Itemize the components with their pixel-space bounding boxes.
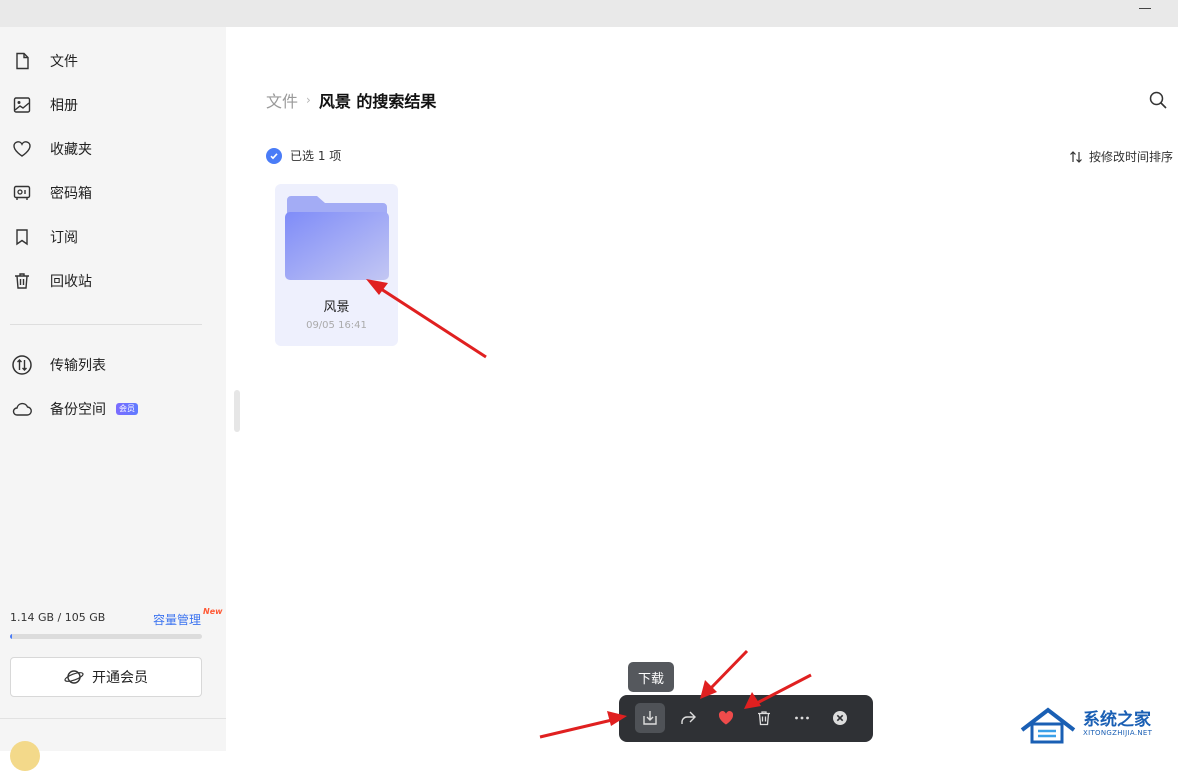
selection-count: 已选 1 项 bbox=[290, 149, 342, 163]
watermark-title: 系统之家 bbox=[1083, 710, 1151, 730]
download-icon bbox=[643, 711, 657, 725]
sidebar-item-safe-box[interactable]: 密码箱 bbox=[0, 175, 226, 211]
sidebar-item-recycle-bin[interactable]: 回收站 bbox=[0, 263, 226, 299]
sort-icon bbox=[1070, 150, 1082, 163]
sidebar-item-favorites[interactable]: 收藏夹 bbox=[0, 131, 226, 167]
watermark-logo bbox=[1020, 707, 1076, 744]
window-titlebar bbox=[0, 0, 1178, 27]
open-vip-button[interactable]: 开通会员 bbox=[10, 657, 202, 697]
new-tag: New bbox=[203, 607, 223, 616]
download-tooltip: 下载 bbox=[628, 662, 674, 692]
capacity-manage-link[interactable]: 容量管理 bbox=[153, 611, 201, 628]
file-item-folder[interactable]: 风景 09/05 16:41 bbox=[275, 184, 398, 346]
file-name: 风景 bbox=[323, 300, 350, 315]
select-all-checkbox[interactable] bbox=[266, 147, 282, 164]
sidebar-bottom-divider bbox=[0, 718, 226, 719]
download-button[interactable] bbox=[635, 703, 665, 733]
heart-icon bbox=[718, 711, 734, 725]
file-icon bbox=[10, 49, 34, 73]
folder-icon bbox=[285, 196, 389, 280]
file-date: 09/05 16:41 bbox=[306, 320, 367, 331]
site-watermark: 系统之家 XITONGZHIJIA.NET bbox=[1016, 702, 1172, 748]
watermark-subtitle: XITONGZHIJIA.NET bbox=[1083, 729, 1153, 737]
share-icon bbox=[681, 711, 696, 724]
bookmark-icon bbox=[10, 225, 34, 249]
arrow-to-download bbox=[539, 718, 613, 739]
sidebar-item-backup-space[interactable]: 备份空间 会员 bbox=[0, 391, 226, 427]
open-vip-label: 开通会员 bbox=[92, 670, 148, 686]
sidebar-item-label: 收藏夹 bbox=[50, 142, 92, 158]
breadcrumb-separator: › bbox=[306, 93, 311, 107]
breadcrumb: 文件 › 风景 的搜索结果 bbox=[266, 88, 436, 112]
photo-album-icon bbox=[10, 93, 34, 117]
selection-action-toolbar bbox=[619, 695, 873, 742]
transfer-icon bbox=[10, 353, 34, 377]
vip-badge: 会员 bbox=[116, 403, 138, 415]
sidebar-item-subscribe[interactable]: 订阅 bbox=[0, 219, 226, 255]
sidebar-item-label: 相册 bbox=[50, 98, 78, 114]
close-icon bbox=[833, 711, 847, 725]
sidebar-item-label: 传输列表 bbox=[50, 358, 106, 374]
minimize-button[interactable] bbox=[1139, 8, 1151, 9]
trash-icon bbox=[10, 269, 34, 293]
sort-button[interactable]: 按修改时间排序 bbox=[1069, 148, 1173, 165]
sidebar: 文件 相册 收藏夹 密码箱 订阅 回收站 传输列表 备份空间 会员 1.14 G… bbox=[0, 27, 226, 771]
storage-usage-text: 1.14 GB / 105 GB bbox=[10, 611, 106, 624]
sidebar-item-transfer-list[interactable]: 传输列表 bbox=[0, 347, 226, 383]
storage-progress-fill bbox=[10, 634, 13, 639]
safe-box-icon bbox=[10, 181, 34, 205]
storage-progress-bar bbox=[10, 634, 202, 639]
search-button[interactable] bbox=[1148, 90, 1168, 110]
cloud-icon bbox=[10, 397, 34, 421]
sidebar-resize-handle[interactable] bbox=[234, 390, 240, 432]
page-title: 风景 的搜索结果 bbox=[318, 92, 437, 111]
sidebar-item-label: 回收站 bbox=[50, 274, 92, 290]
favorite-button[interactable] bbox=[711, 703, 741, 733]
sidebar-item-files[interactable]: 文件 bbox=[0, 43, 226, 79]
trash-icon bbox=[758, 711, 770, 726]
planet-icon bbox=[64, 670, 84, 684]
breadcrumb-root[interactable]: 文件 bbox=[266, 88, 298, 112]
sidebar-item-label: 文件 bbox=[50, 54, 78, 70]
delete-button[interactable] bbox=[749, 703, 779, 733]
more-button[interactable] bbox=[787, 703, 817, 733]
arrow-to-share bbox=[708, 649, 749, 691]
search-icon bbox=[1149, 91, 1167, 109]
avatar[interactable] bbox=[10, 741, 40, 771]
sidebar-item-label: 密码箱 bbox=[50, 186, 92, 202]
check-icon bbox=[270, 152, 278, 159]
sort-label: 按修改时间排序 bbox=[1089, 150, 1174, 164]
sidebar-item-label: 备份空间 bbox=[50, 402, 106, 418]
selection-status: 已选 1 项 bbox=[266, 147, 341, 164]
share-button[interactable] bbox=[673, 703, 703, 733]
sidebar-divider bbox=[10, 324, 202, 325]
more-icon bbox=[795, 716, 809, 720]
sidebar-item-album[interactable]: 相册 bbox=[0, 87, 226, 123]
heart-icon bbox=[10, 137, 34, 161]
sidebar-item-label: 订阅 bbox=[50, 230, 78, 246]
close-toolbar-button[interactable] bbox=[825, 703, 855, 733]
